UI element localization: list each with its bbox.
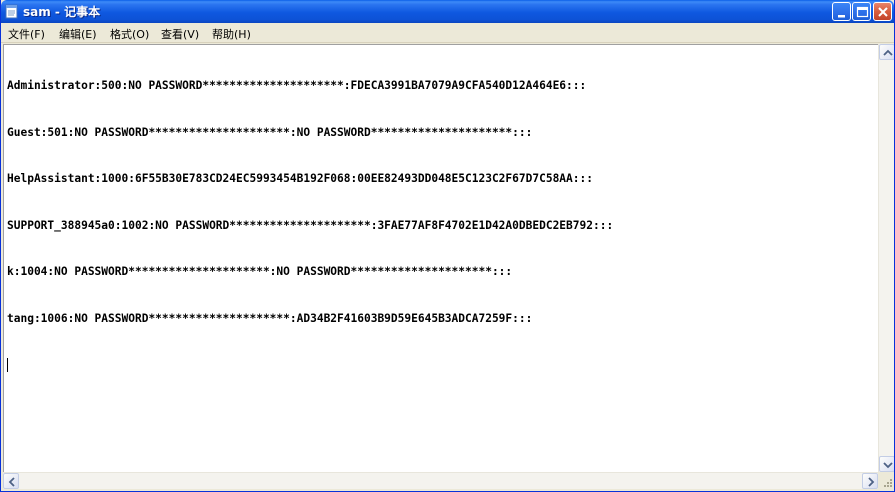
- text-editor[interactable]: Administrator:500:NO PASSWORD***********…: [3, 44, 878, 472]
- text-line: SUPPORT_388945a0:1002:NO PASSWORD*******…: [7, 218, 614, 232]
- resize-grip[interactable]: [878, 472, 894, 489]
- scroll-up-arrow-icon: [883, 49, 893, 56]
- resize-grip-icon: [884, 479, 892, 487]
- scroll-up-button[interactable]: [879, 44, 894, 60]
- maximize-icon: [856, 6, 869, 18]
- text-line: Guest:501:NO PASSWORD*******************…: [7, 125, 533, 139]
- menu-help[interactable]: 帮助(H): [212, 26, 251, 42]
- minimize-button[interactable]: [832, 2, 851, 21]
- menu-view[interactable]: 查看(V): [161, 26, 199, 42]
- scroll-right-arrow-icon: [868, 477, 875, 487]
- scroll-down-arrow-icon: [883, 462, 893, 469]
- scroll-left-button[interactable]: [3, 473, 19, 489]
- scroll-left-arrow-icon: [8, 477, 15, 487]
- text-line: Administrator:500:NO PASSWORD***********…: [7, 79, 587, 92]
- maximize-button[interactable]: [852, 2, 871, 21]
- text-line: tang:1006:NO PASSWORD*******************…: [7, 311, 533, 325]
- notepad-icon[interactable]: [5, 4, 19, 19]
- menu-format[interactable]: 格式(O): [110, 26, 149, 42]
- close-button[interactable]: [873, 2, 892, 21]
- close-icon: [878, 7, 888, 17]
- text-line: HelpAssistant:1000:6F55B30E783CD24EC5993…: [7, 172, 593, 185]
- window-title: sam - 记事本: [23, 5, 101, 19]
- text-line: k:1004:NO PASSWORD*********************:…: [7, 265, 513, 278]
- text-caret: [7, 358, 8, 372]
- title-bar[interactable]: sam - 记事本: [1, 0, 894, 23]
- menu-file[interactable]: 文件(F): [8, 26, 45, 42]
- menu-bar: 文件(F) 编辑(E) 格式(O) 查看(V) 帮助(H): [1, 23, 894, 43]
- notepad-window: sam - 记事本 文件(F) 编辑(E) 格式(O) 查看(V) 帮助(H): [0, 0, 895, 492]
- document-text[interactable]: Administrator:500:NO PASSWORD***********…: [7, 47, 875, 403]
- scroll-down-button[interactable]: [879, 456, 894, 472]
- minimize-icon: [838, 15, 845, 18]
- menu-edit[interactable]: 编辑(E): [59, 26, 97, 42]
- vertical-scrollbar[interactable]: [878, 44, 894, 472]
- scroll-right-button[interactable]: [862, 473, 878, 489]
- horizontal-scrollbar[interactable]: [3, 472, 878, 489]
